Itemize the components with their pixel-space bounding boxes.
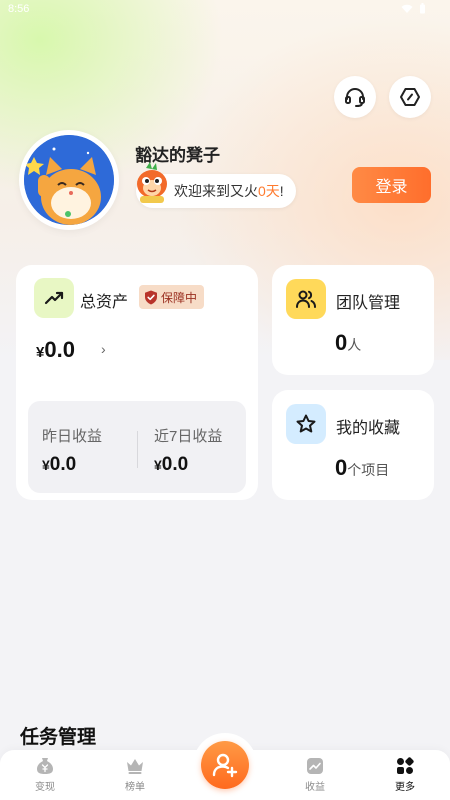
mascot-icon [132, 162, 172, 204]
favorites-icon-box [286, 404, 326, 444]
welcome-days: 0天 [258, 183, 280, 199]
avatar-image [24, 135, 114, 225]
yesterday-earnings-label: 昨日收益 [42, 428, 103, 445]
nav-item-monetize[interactable]: 变现 [10, 756, 80, 793]
team-icon [296, 290, 316, 308]
nav-item-more[interactable]: 更多 [370, 756, 440, 793]
week-earnings-amount: ¥0.0 [154, 454, 222, 476]
login-button[interactable]: 登录 [352, 167, 431, 203]
avatar[interactable] [19, 130, 119, 230]
nav-label-monetize: 变现 [35, 782, 55, 793]
welcome-prefix: 欢迎来到又火 [174, 183, 258, 199]
status-icons [401, 3, 426, 14]
team-management-card[interactable]: 团队管理 0人 [272, 265, 434, 375]
earnings-divider [137, 431, 138, 468]
favorites-count: 0个项目 [335, 455, 389, 481]
nav-label-ranking: 榜单 [125, 782, 145, 793]
team-title: 团队管理 [336, 295, 401, 312]
favorites-count-unit: 个项目 [347, 462, 390, 478]
nav-label-earnings: 收益 [305, 782, 325, 793]
assets-icon-box [34, 278, 74, 318]
trend-chart-icon [307, 758, 323, 774]
team-count-value: 0 [335, 330, 348, 355]
battery-icon [420, 3, 425, 14]
total-assets-amount: ¥0.0 [36, 337, 75, 363]
team-count-unit: 人 [347, 337, 362, 353]
protection-badge: 保障中 [139, 285, 205, 309]
assets-detail-arrow[interactable]: › [101, 341, 106, 357]
favorites-card[interactable]: 我的收藏 0个项目 [272, 390, 434, 500]
week-earnings-value: 0.0 [161, 454, 189, 475]
yesterday-earnings-value: 0.0 [49, 454, 77, 475]
welcome-suffix: ! [279, 183, 284, 199]
team-icon-box [286, 279, 326, 319]
shield-check-icon [145, 290, 157, 304]
nav-item-ranking[interactable]: 榜单 [100, 756, 170, 793]
yesterday-earnings[interactable]: 昨日收益 ¥0.0 [42, 425, 102, 476]
week-earnings[interactable]: 近7日收益 ¥0.0 [154, 425, 222, 476]
total-assets-card[interactable]: 总资产 保障中 ¥0.0 › 昨日收益 ¥0.0 近7日收益 ¥0.0 [16, 265, 258, 500]
yesterday-earnings-amount: ¥0.0 [42, 454, 102, 476]
total-assets-value: 0.0 [44, 337, 75, 362]
support-button[interactable] [334, 76, 376, 118]
favorites-count-value: 0 [335, 455, 348, 480]
hexagon-settings-icon [400, 88, 420, 106]
status-time: 8:56 [8, 3, 30, 15]
favorites-title: 我的收藏 [336, 420, 401, 437]
currency-symbol: ¥ [154, 457, 162, 473]
earnings-box: 昨日收益 ¥0.0 近7日收益 ¥0.0 [28, 401, 246, 493]
nav-label-more: 更多 [395, 782, 415, 793]
currency-symbol: ¥ [42, 457, 50, 473]
task-management-title: 任务管理 [20, 727, 97, 748]
nav-item-earnings[interactable]: 收益 [280, 756, 350, 793]
grid-more-icon [397, 757, 414, 774]
star-icon [296, 414, 316, 433]
headset-icon [345, 88, 365, 107]
week-earnings-label: 近7日收益 [154, 428, 223, 445]
team-count: 0人 [335, 330, 361, 356]
add-user-icon [212, 753, 238, 778]
trend-up-icon [44, 291, 64, 305]
crown-icon [127, 759, 143, 774]
yen-bag-icon [37, 758, 53, 774]
wifi-icon [401, 4, 413, 13]
protection-badge-label: 保障中 [161, 290, 198, 305]
settings-button[interactable] [389, 76, 431, 118]
assets-title: 总资产 [80, 294, 129, 311]
nav-center-add-button[interactable] [201, 741, 249, 789]
